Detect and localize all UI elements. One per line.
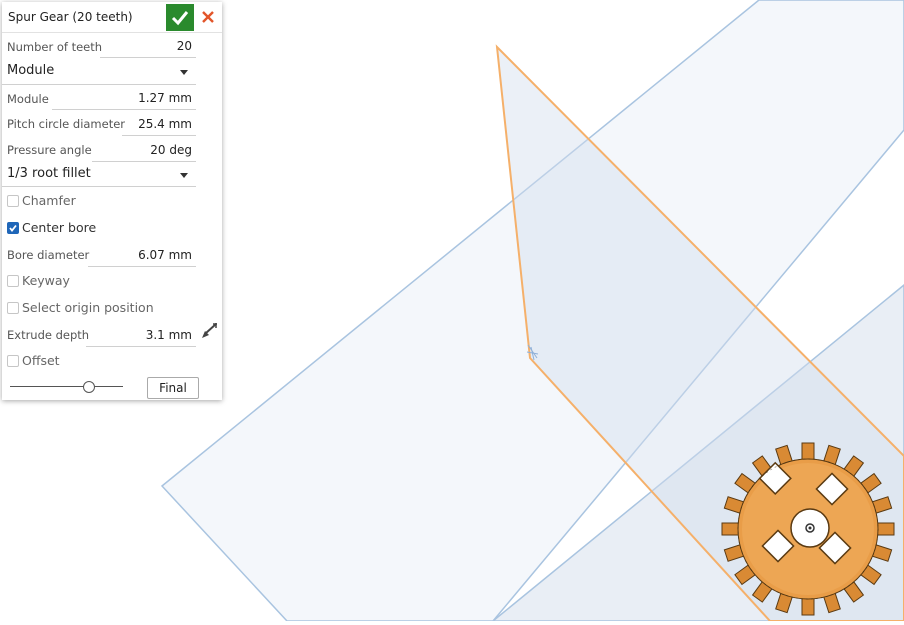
chamfer-checkbox[interactable] — [7, 195, 19, 207]
root-fillet-dropdown[interactable]: 1/3 root fillet — [2, 163, 222, 187]
size-mode-underline — [2, 84, 196, 85]
offset-label: Offset — [22, 353, 60, 368]
keyway-checkbox[interactable] — [7, 275, 19, 287]
rollback-slider-handle[interactable] — [83, 381, 95, 393]
cancel-button[interactable] — [197, 5, 219, 29]
number-of-teeth-row: Number of teeth 20 — [2, 36, 222, 58]
number-of-teeth-underline — [100, 57, 196, 58]
pressure-angle-row: Pressure angle 20 deg — [2, 139, 222, 162]
chevron-down-icon — [180, 173, 188, 178]
offset-checkbox-row[interactable]: Offset — [2, 350, 222, 372]
pressure-angle-label: Pressure angle — [7, 143, 92, 157]
bore-diameter-row: Bore diameter 6.07 mm — [2, 244, 222, 267]
select-origin-position-checkbox[interactable] — [7, 302, 19, 314]
keyway-checkbox-row[interactable]: Keyway — [2, 270, 222, 292]
dialog-title: Spur Gear (20 teeth) — [8, 10, 133, 24]
dialog-header: Spur Gear (20 teeth) — [2, 2, 222, 33]
size-mode-value: Module — [7, 63, 55, 78]
offset-checkbox[interactable] — [7, 355, 19, 367]
pressure-angle-input[interactable]: 20 deg — [150, 143, 192, 157]
extrude-direction-icon — [202, 323, 217, 338]
size-mode-dropdown[interactable]: Module — [2, 60, 222, 85]
center-bore-checkbox[interactable] — [7, 222, 19, 234]
pitch-circle-diameter-underline — [122, 135, 196, 136]
final-button[interactable]: Final — [147, 377, 199, 399]
chamfer-checkbox-row[interactable]: Chamfer — [2, 190, 222, 212]
bore-diameter-input[interactable]: 6.07 mm — [138, 248, 192, 262]
chevron-down-icon — [180, 70, 188, 75]
bore-diameter-underline — [88, 266, 196, 267]
center-bore-label: Center bore — [22, 220, 97, 235]
extrude-depth-label: Extrude depth — [7, 328, 90, 342]
module-label: Module — [7, 92, 49, 106]
module-input[interactable]: 1.27 mm — [138, 91, 192, 105]
select-origin-position-row[interactable]: Select origin position — [2, 297, 222, 319]
accept-button[interactable] — [166, 4, 194, 31]
module-underline — [52, 109, 196, 110]
feature-dialog: Spur Gear (20 teeth) Number of teeth 20 … — [2, 2, 222, 400]
root-fillet-underline — [2, 186, 196, 187]
close-icon — [202, 11, 214, 23]
module-row: Module 1.27 mm — [2, 87, 222, 110]
pressure-angle-underline — [92, 161, 196, 162]
bore-diameter-label: Bore diameter — [7, 248, 90, 262]
root-fillet-value: 1/3 root fillet — [7, 166, 91, 181]
chamfer-label: Chamfer — [22, 193, 76, 208]
number-of-teeth-label: Number of teeth — [7, 40, 103, 54]
extrude-direction-button[interactable] — [199, 321, 219, 341]
keyway-label: Keyway — [22, 273, 70, 288]
check-icon — [9, 224, 17, 232]
extrude-depth-row: Extrude depth 3.1 mm — [2, 324, 222, 347]
rollback-slider-track[interactable] — [10, 386, 123, 387]
select-origin-position-label: Select origin position — [22, 300, 154, 315]
extrude-depth-input[interactable]: 3.1 mm — [146, 328, 192, 342]
extrude-depth-underline — [86, 346, 196, 347]
center-bore-checkbox-row[interactable]: Center bore — [2, 217, 222, 239]
pitch-circle-diameter-label: Pitch circle diameter — [7, 117, 126, 131]
pitch-circle-diameter-input[interactable]: 25.4 mm — [138, 117, 192, 131]
pitch-circle-diameter-row: Pitch circle diameter 25.4 mm — [2, 113, 222, 136]
number-of-teeth-input[interactable]: 20 — [177, 39, 192, 53]
check-icon — [171, 11, 189, 26]
